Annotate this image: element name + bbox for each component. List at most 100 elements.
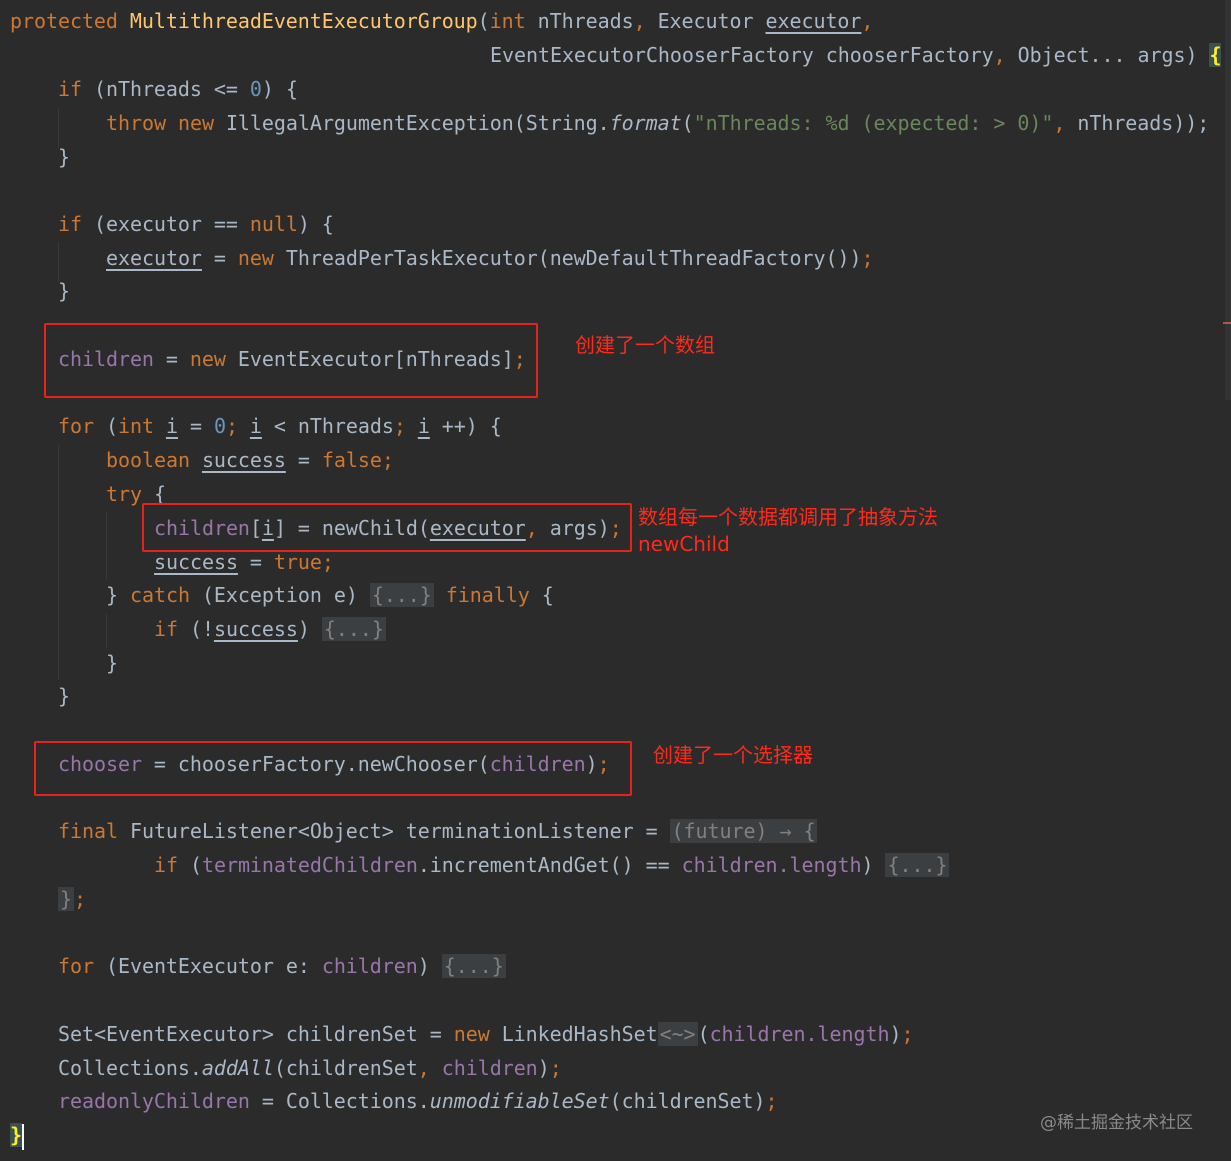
keyword: new: [177, 111, 214, 135]
punctuation: ,: [993, 43, 1018, 67]
code-line-3: if (nThreads <= 0) {: [58, 72, 298, 106]
code-line-21: if (terminatedChildren.incrementAndGet()…: [154, 848, 950, 882]
code-text: LinkedHashSet: [489, 1022, 658, 1046]
matched-brace: }: [10, 1123, 22, 1147]
punctuation: ;: [381, 448, 394, 472]
code-text: }: [106, 651, 118, 675]
punctuation: ;: [74, 887, 86, 911]
param-executor: executor: [765, 9, 862, 33]
punctuation: ,: [417, 1056, 442, 1080]
loop-variable: i: [165, 414, 178, 438]
code-line-2: EventExecutorChooserFactory chooserFacto…: [490, 38, 1222, 72]
folded-block[interactable]: {...}: [885, 853, 950, 877]
folded-diamond[interactable]: <~>: [657, 1022, 698, 1046]
annotation-box-newchild: [142, 503, 632, 552]
string-literal: "nThreads: %d (expected: > 0)": [693, 111, 1054, 135]
code-text: (childrenSet): [609, 1089, 766, 1113]
code-line-18: }: [58, 679, 70, 713]
code-text: ): [537, 1056, 550, 1080]
code-line-27: }: [10, 1118, 24, 1152]
code-line-1: protected MultithreadEventExecutorGroup(…: [10, 4, 873, 38]
indent-guide: [106, 512, 107, 580]
folded-block[interactable]: {...}: [441, 954, 506, 978]
folded-block[interactable]: {...}: [321, 617, 386, 641]
folded-block[interactable]: {...}: [369, 583, 434, 607]
punctuation: ;: [861, 246, 874, 270]
code-text: ++) {: [429, 414, 502, 438]
keyword: try: [106, 482, 142, 506]
code-text: }: [106, 583, 130, 607]
keyword: for: [58, 414, 94, 438]
punctuation: ;: [901, 1022, 914, 1046]
keyword: false: [321, 448, 382, 472]
keyword: catch: [129, 583, 190, 607]
folded-lambda-end[interactable]: }: [58, 887, 74, 911]
keyword: new: [453, 1022, 490, 1046]
punctuation: ,: [861, 9, 874, 33]
annotation-array: 创建了一个数组: [575, 333, 715, 357]
code-line-24: Set<EventExecutor> childrenSet = new Lin…: [58, 1017, 913, 1051]
watermark: @稀土掘金技术社区: [1040, 1113, 1193, 1133]
punctuation: ;: [321, 550, 334, 574]
code-line-7: executor = new ThreadPerTaskExecutor(new…: [106, 241, 874, 275]
field-length: .length: [805, 1022, 890, 1046]
keyword: boolean: [106, 448, 190, 472]
code-text: nThreads));: [1077, 111, 1210, 135]
field-children: children: [321, 954, 418, 978]
code-text: .incrementAndGet() ==: [417, 853, 682, 877]
code-text: ThreadPerTaskExecutor(newDefaultThreadFa…: [273, 246, 862, 270]
code-text: IllegalArgumentException(String.: [213, 111, 610, 135]
field-readonly-children: readonlyChildren: [58, 1089, 250, 1113]
code-text: }: [58, 145, 70, 169]
annotation-newchild-2: newChild: [638, 532, 730, 556]
code-text: (: [177, 853, 202, 877]
keyword: finally: [445, 583, 530, 607]
code-text: ) {: [261, 77, 298, 101]
number-literal: 0: [249, 77, 262, 101]
code-text: (: [477, 9, 490, 33]
code-text: = Collections.: [249, 1089, 430, 1113]
variable-success: success: [201, 448, 286, 472]
code-line-26: readonlyChildren = Collections.unmodifia…: [58, 1084, 778, 1118]
folded-lambda[interactable]: (future) → {: [669, 819, 818, 843]
code-text: (Exception e): [189, 583, 370, 607]
code-text: (: [93, 414, 118, 438]
keyword: null: [249, 212, 298, 236]
punctuation: ,: [1053, 111, 1078, 135]
variable-success: success: [154, 550, 238, 574]
code-text: ): [889, 1022, 902, 1046]
code-line-23: for (EventExecutor e: children) {...}: [58, 949, 506, 983]
loop-variable: i: [249, 414, 262, 438]
code-text: Executor: [657, 9, 766, 33]
keyword: if: [154, 853, 178, 877]
code-text: (: [681, 111, 694, 135]
code-text: Set<EventExecutor> childrenSet =: [58, 1022, 454, 1046]
code-text: ): [417, 954, 442, 978]
code-text: (executor ==: [81, 212, 250, 236]
code-text: Object... args): [1017, 43, 1210, 67]
field-length: .length: [777, 853, 862, 877]
code-text: < nThreads: [261, 414, 394, 438]
code-line-8: }: [58, 274, 70, 308]
code-line-16: if (!success) {...}: [154, 612, 386, 646]
code-editor[interactable]: protected MultithreadEventExecutorGroup(…: [0, 0, 1231, 1161]
method-name: MultithreadEventExecutorGroup: [129, 9, 478, 33]
annotation-chooser: 创建了一个选择器: [653, 743, 813, 767]
code-text: (childrenSet: [273, 1056, 418, 1080]
scrollbar[interactable]: [1225, 0, 1231, 400]
code-line-22: };: [58, 882, 86, 916]
keyword: if: [154, 617, 178, 641]
field-children: children: [441, 1056, 538, 1080]
code-line-6: if (executor == null) {: [58, 207, 334, 241]
indent-guide: [106, 614, 107, 648]
error-stripe-marker[interactable]: [1223, 322, 1231, 324]
code-text: =: [285, 448, 322, 472]
code-text: (!: [177, 617, 214, 641]
indent-guide: [58, 445, 59, 680]
keyword: for: [58, 954, 94, 978]
code-line-20: final FutureListener<Object> termination…: [58, 814, 818, 848]
punctuation: ;: [393, 414, 418, 438]
keyword: true: [273, 550, 322, 574]
number-literal: 0: [213, 414, 226, 438]
